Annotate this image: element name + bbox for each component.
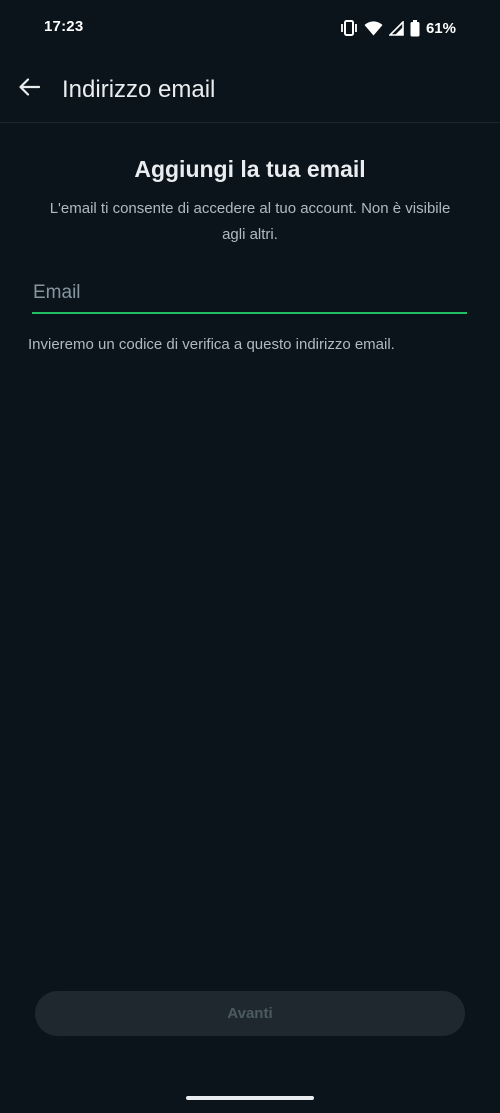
helper-text: Invieremo un codice di verifica a questo… (28, 336, 395, 353)
status-time: 17:23 (44, 18, 84, 35)
heading: Aggiungi la tua email (134, 156, 366, 182)
next-button[interactable]: Avanti (35, 991, 465, 1036)
vibrate-icon (340, 20, 358, 36)
status-bar: 17:23 61% (0, 0, 500, 56)
wifi-icon (364, 20, 383, 36)
app-bar: Indirizzo email (0, 56, 500, 123)
battery-percent: 61% (425, 19, 456, 37)
page-title: Indirizzo email (62, 76, 216, 103)
arrow-left-icon (18, 77, 41, 101)
description: L'email ti consente di accedere al tuo a… (49, 200, 451, 243)
nav-handle[interactable] (186, 1096, 314, 1100)
battery-icon (410, 19, 420, 37)
email-field[interactable] (32, 280, 467, 314)
back-button[interactable] (12, 72, 46, 106)
status-icons: 61% (340, 18, 456, 38)
signal-icon (388, 20, 404, 36)
